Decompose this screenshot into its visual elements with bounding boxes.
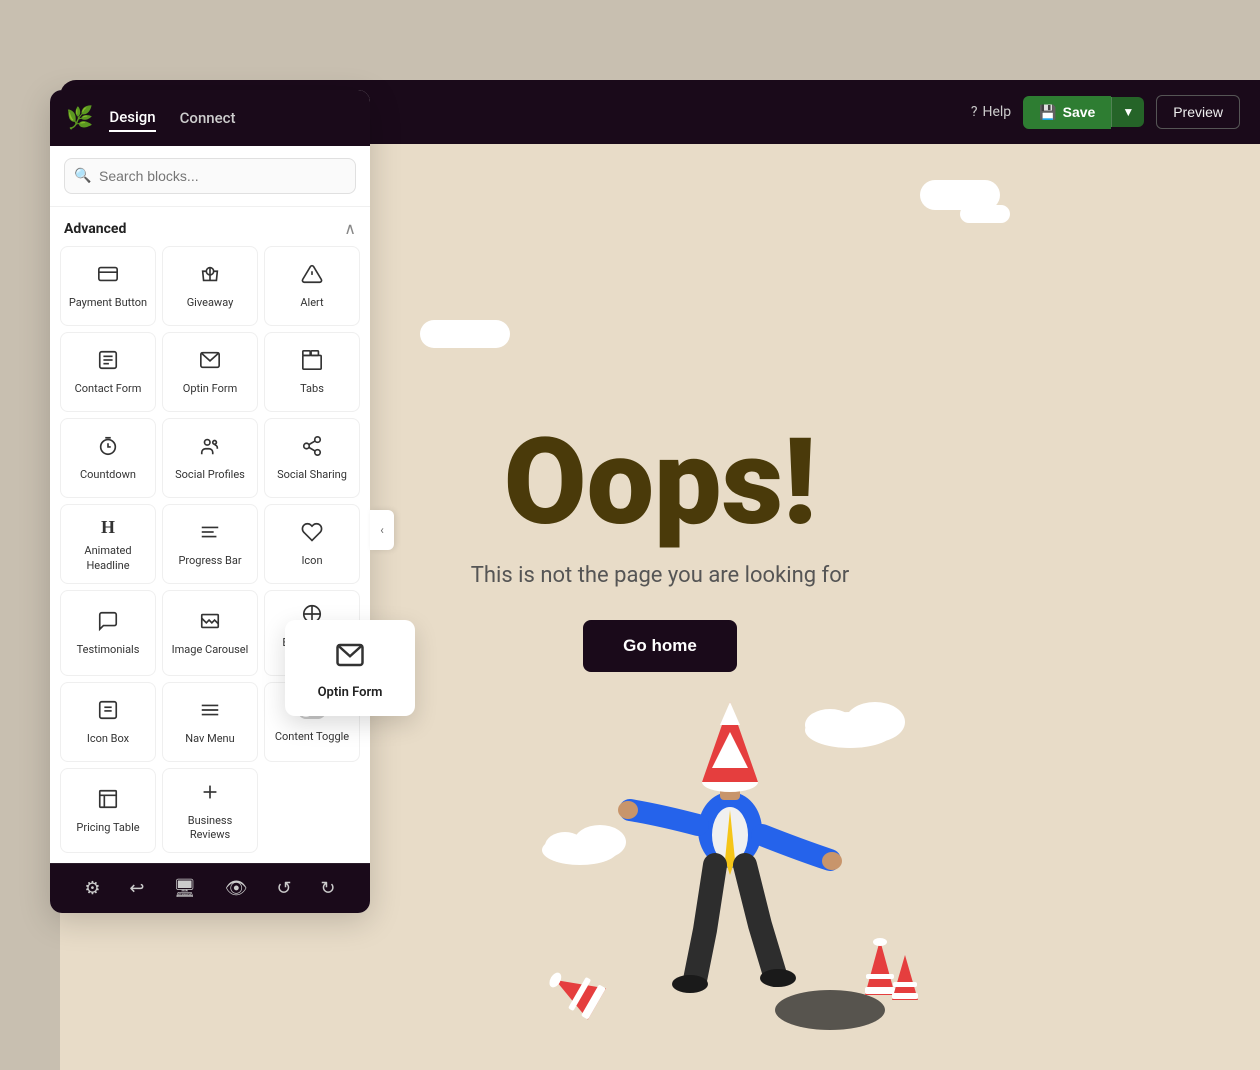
sidebar-header: 🌿 Design Connect [50, 90, 370, 146]
tooltip-optin-label: Optin Form [299, 685, 401, 700]
cloud-decoration-3 [420, 320, 510, 348]
block-tabs[interactable]: Tabs [264, 332, 360, 412]
section-header: Advanced ∧ [50, 207, 370, 246]
search-icon: 🔍 [74, 168, 91, 184]
payment-button-icon [97, 263, 119, 290]
block-contact-form[interactable]: Contact Form [60, 332, 156, 412]
social-sharing-icon [301, 435, 323, 462]
pricing-table-icon [97, 788, 119, 815]
block-giveaway[interactable]: Giveaway [162, 246, 258, 326]
image-carousel-icon [199, 610, 221, 637]
block-business-reviews[interactable]: Business Reviews [162, 768, 258, 854]
tooltip-optin-icon [299, 640, 401, 677]
cloud-decoration-2 [960, 205, 1010, 223]
search-input[interactable] [64, 158, 356, 194]
sidebar-panel: 🌿 Design Connect 🔍 Advanced ∧ Payment Bu… [50, 90, 370, 913]
business-reviews-icon [199, 781, 221, 808]
icon-box-icon [97, 699, 119, 726]
block-nav-menu[interactable]: Nav Menu [162, 682, 258, 762]
block-animated-headline[interactable]: H Animated Headline [60, 504, 156, 584]
redo-icon[interactable]: ↻ [320, 878, 335, 899]
sidebar-toolbar: ⚙ ↩ 🖥 👁 ↺ ↻ [50, 863, 370, 913]
desktop-icon[interactable]: 🖥 [173, 878, 196, 899]
contact-form-icon [97, 349, 119, 376]
save-button[interactable]: 💾 Save [1023, 96, 1111, 129]
tabs-icon [301, 349, 323, 376]
social-profiles-icon [199, 435, 221, 462]
oops-subtitle: This is not the page you are looking for [471, 563, 849, 588]
section-title: Advanced [64, 221, 126, 237]
tab-connect[interactable]: Connect [180, 105, 236, 131]
block-social-profiles[interactable]: Social Profiles [162, 418, 258, 498]
sidebar-collapse-handle[interactable]: ‹ [370, 510, 394, 550]
block-testimonials[interactable]: Testimonials [60, 590, 156, 676]
oops-title: Oops! [504, 423, 817, 543]
block-social-sharing[interactable]: Social Sharing [264, 418, 360, 498]
block-payment-button[interactable]: Payment Button [60, 246, 156, 326]
icon-block-icon [301, 521, 323, 548]
help-icon: ? [971, 104, 978, 120]
animated-headline-icon: H [101, 517, 115, 538]
sidebar-logo: 🌿 [66, 106, 93, 131]
optin-form-tooltip: Optin Form [285, 620, 415, 716]
help-button[interactable]: ? Help [971, 104, 1011, 120]
block-progress-bar[interactable]: Progress Bar [162, 504, 258, 584]
nav-menu-icon [199, 699, 221, 726]
block-icon-box[interactable]: Icon Box [60, 682, 156, 762]
section-collapse-icon[interactable]: ∧ [344, 219, 356, 238]
save-icon: 💾 [1039, 104, 1056, 121]
block-pricing-table[interactable]: Pricing Table [60, 768, 156, 854]
alert-icon [301, 263, 323, 290]
tab-design[interactable]: Design [109, 104, 155, 132]
block-alert[interactable]: Alert [264, 246, 360, 326]
giveaway-icon [199, 263, 221, 290]
countdown-icon [97, 435, 119, 462]
undo-icon[interactable]: ↺ [277, 878, 292, 899]
preview-button[interactable]: Preview [1156, 95, 1240, 129]
block-countdown[interactable]: Countdown [60, 418, 156, 498]
save-group: 💾 Save ▼ [1023, 96, 1144, 129]
optin-form-icon [199, 349, 221, 376]
search-area: 🔍 [50, 146, 370, 207]
block-optin-form[interactable]: Optin Form [162, 332, 258, 412]
testimonials-icon [97, 610, 119, 637]
block-image-carousel[interactable]: Image Carousel [162, 590, 258, 676]
chevron-left-icon: ‹ [380, 523, 384, 537]
settings-icon[interactable]: ⚙ [84, 878, 100, 899]
save-dropdown-button[interactable]: ▼ [1111, 97, 1144, 127]
illustration [520, 650, 940, 1050]
progress-bar-icon [199, 521, 221, 548]
blocks-grid: Payment Button Giveaway Alert Contact Fo… [50, 246, 370, 863]
block-icon[interactable]: Icon [264, 504, 360, 584]
preview-icon[interactable]: 👁 [225, 878, 248, 899]
history-icon[interactable]: ↩ [129, 878, 144, 899]
